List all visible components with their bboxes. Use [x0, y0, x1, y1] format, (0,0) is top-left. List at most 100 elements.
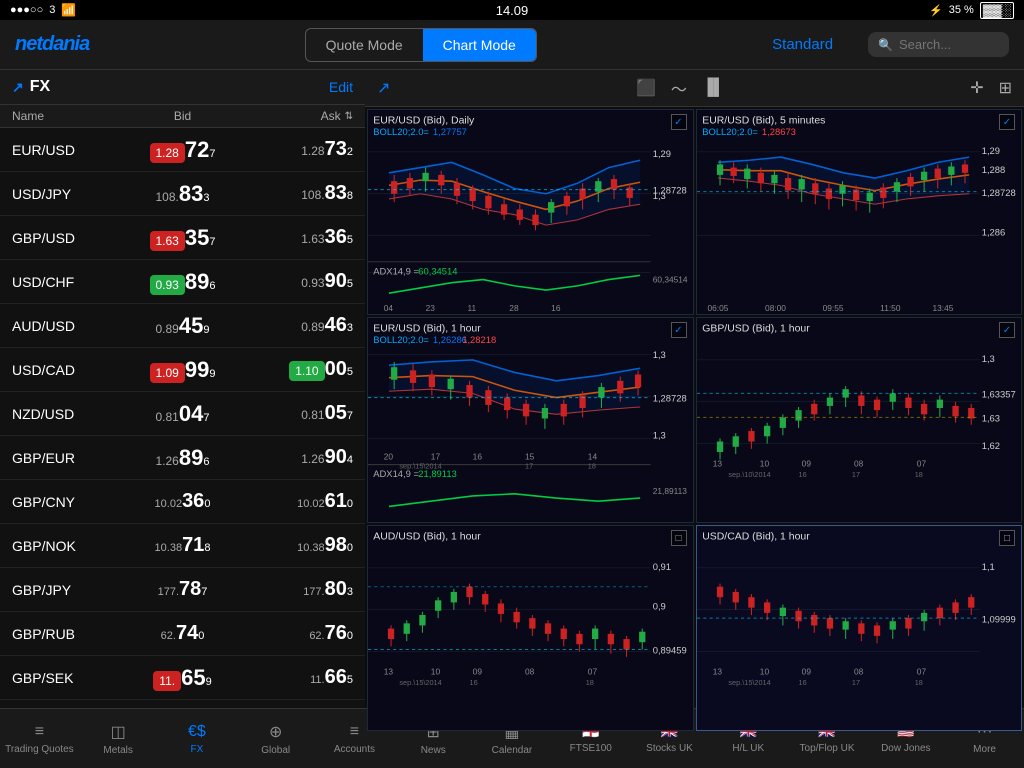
column-chart-icon[interactable]: ▐▌	[702, 79, 725, 97]
svg-text:1,29: 1,29	[653, 148, 671, 159]
fx-panel-header: ↗ FX Edit	[0, 70, 365, 105]
grid-icon[interactable]: ⊞	[999, 78, 1012, 98]
tab-label: Stocks UK	[646, 743, 693, 754]
table-row[interactable]: USD/JPY 108. 83 3 108. 83 8	[0, 172, 365, 216]
table-row[interactable]: GBP/NOK 10.38 71 8 10.38 98 0	[0, 524, 365, 568]
chart-eur-usd-1h[interactable]: ✓ EUR/USD (Bid), 1 hour BOLL20;2.0= 1,26…	[367, 317, 694, 523]
tab-trading-quotes[interactable]: ≡ Trading Quotes	[0, 709, 79, 768]
svg-text:17: 17	[431, 451, 441, 461]
battery-label: 35 %	[949, 4, 974, 16]
search-input[interactable]	[899, 37, 999, 52]
crosshair-icon[interactable]: ✛	[970, 78, 983, 98]
svg-text:0,9: 0,9	[653, 601, 666, 612]
svg-text:1,3: 1,3	[653, 190, 666, 201]
svg-text:1,288: 1,288	[981, 164, 1005, 175]
global-icon: ⊕	[269, 722, 282, 742]
bid-cell: 0.89 45 9	[126, 313, 240, 339]
quote-mode-button[interactable]: Quote Mode	[306, 29, 423, 61]
table-row[interactable]: GBP/EUR 1.26 89 6 1.26 90 4	[0, 436, 365, 480]
svg-text:06:05: 06:05	[707, 303, 728, 313]
fx-rows-container: EUR/USD 1.28 72 7 1.28 73 2 USD/JPY 108.…	[0, 128, 365, 708]
tab-fx[interactable]: €$ FX	[158, 709, 237, 768]
svg-text:17: 17	[525, 462, 533, 471]
chart-gbp-usd-1h[interactable]: ✓ GBP/USD (Bid), 1 hour	[696, 317, 1023, 523]
chart-select-checkbox[interactable]: ✓	[999, 114, 1015, 130]
tab-label: Dow Jones	[881, 743, 930, 754]
table-row[interactable]: AUD/USD 0.89 45 9 0.89 46 3	[0, 304, 365, 348]
bid-cell: 10.38 71 8	[126, 534, 240, 557]
svg-text:EUR/USD (Bid), Daily: EUR/USD (Bid), Daily	[373, 116, 475, 127]
search-box[interactable]: 🔍	[868, 32, 1009, 57]
chart-grid: ✓ EUR/USD (Bid), Daily BOLL20;2.0= 1,277…	[365, 107, 1024, 733]
ask-cell: 1.63 36 5	[239, 226, 353, 249]
chart-select-checkbox[interactable]: ✓	[671, 322, 687, 338]
bid-cell: 177. 78 7	[126, 578, 240, 601]
fx-title-label: FX	[30, 78, 50, 96]
svg-text:23: 23	[426, 303, 436, 313]
chart-eur-usd-daily[interactable]: ✓ EUR/USD (Bid), Daily BOLL20;2.0= 1,277…	[367, 109, 694, 315]
standard-label: Standard	[772, 36, 833, 53]
svg-text:16: 16	[473, 451, 483, 461]
chart-select-checkbox[interactable]: □	[999, 530, 1015, 546]
svg-text:16: 16	[798, 470, 806, 479]
svg-text:07: 07	[916, 459, 926, 469]
table-row[interactable]: USD/CHF 0.93 89 6 0.93 90 5	[0, 260, 365, 304]
chart-usd-cad-1h[interactable]: □ USD/CAD (Bid), 1 hour	[696, 525, 1023, 731]
svg-text:04: 04	[384, 303, 394, 313]
svg-text:0,91: 0,91	[653, 561, 671, 572]
table-row[interactable]: NZD/USD 0.81 04 7 0.81 05 7	[0, 392, 365, 436]
chart-select-checkbox[interactable]: ✓	[671, 114, 687, 130]
table-row[interactable]: EUR/USD 1.28 72 7 1.28 73 2	[0, 128, 365, 172]
status-time: 14.09	[496, 3, 529, 18]
chart-eur-usd-5min[interactable]: ✓ EUR/USD (Bid), 5 minutes BOLL20;2.0= 1…	[696, 109, 1023, 315]
bid-large: 72	[185, 137, 209, 163]
chart-aud-usd-1h[interactable]: □ AUD/USD (Bid), 1 hour	[367, 525, 694, 731]
bar-chart-icon[interactable]: ⬛	[636, 78, 656, 98]
chart-select-checkbox[interactable]: ✓	[999, 322, 1015, 338]
svg-text:EUR/USD (Bid), 5 minutes: EUR/USD (Bid), 5 minutes	[702, 116, 825, 127]
bid-cell: 11. 65 9	[126, 665, 240, 691]
line-chart-icon[interactable]: 〜	[671, 76, 687, 100]
carrier-label: 3	[49, 4, 55, 16]
fx-icon: €$	[188, 723, 206, 741]
tab-metals[interactable]: ◫ Metals	[79, 709, 158, 768]
ask-cell: 11. 66 5	[239, 666, 353, 689]
bid-cell: 1.26 89 6	[126, 445, 240, 471]
svg-text:08:00: 08:00	[765, 303, 786, 313]
status-left: ●●●○○ 3 📶	[10, 3, 76, 17]
svg-text:09: 09	[473, 667, 483, 677]
sort-icon: ⇅	[345, 111, 353, 122]
svg-text:AUD/USD (Bid), 1 hour: AUD/USD (Bid), 1 hour	[373, 532, 481, 543]
bid-cell: 1.63 35 7	[126, 225, 240, 251]
svg-text:08: 08	[525, 667, 535, 677]
svg-text:1,28218: 1,28218	[462, 334, 496, 345]
ask-cell: 1.28 73 2	[239, 138, 353, 161]
table-row[interactable]: GBP/RUB 62. 74 0 62. 76 0	[0, 612, 365, 656]
table-row[interactable]: USD/CAD 1.09 99 9 1.10 00 5	[0, 348, 365, 392]
svg-text:BOLL20;2.0=: BOLL20;2.0=	[373, 126, 429, 137]
svg-text:09:55: 09:55	[822, 303, 843, 313]
bid-cell: 1.09 99 9	[126, 357, 240, 383]
fx-panel: ↗ FX Edit Name Bid Ask ⇅ EUR/USD 1.28 72…	[0, 70, 365, 708]
pair-label: GBP/RUB	[12, 626, 126, 642]
table-row[interactable]: GBP/USD 1.63 35 7 1.63 36 5	[0, 216, 365, 260]
table-row[interactable]: GBP/SEK 11. 65 9 11. 66 5	[0, 656, 365, 700]
table-row[interactable]: GBP/JPY 177. 78 7 177. 80 3	[0, 568, 365, 612]
accounts-icon: ≡	[350, 723, 359, 741]
svg-text:10: 10	[431, 667, 441, 677]
svg-text:21,89113: 21,89113	[653, 486, 688, 496]
tab-label: FTSE100	[570, 743, 612, 754]
svg-text:13: 13	[712, 459, 722, 469]
svg-text:16: 16	[470, 678, 478, 687]
svg-text:07: 07	[588, 667, 598, 677]
chart-select-checkbox[interactable]: □	[671, 530, 687, 546]
tab-global[interactable]: ⊕ Global	[236, 709, 315, 768]
chart-svg: EUR/USD (Bid), 5 minutes BOLL20;2.0= 1,2…	[697, 110, 1022, 314]
svg-text:13: 13	[384, 667, 394, 677]
expand-icon[interactable]: ↗	[377, 78, 390, 98]
svg-text:sep.\15\2014: sep.\15\2014	[728, 678, 770, 687]
chart-mode-button[interactable]: Chart Mode	[423, 29, 536, 61]
table-row[interactable]: GBP/CNY 10.02 36 0 10.02 61 0	[0, 480, 365, 524]
edit-button[interactable]: Edit	[329, 79, 353, 95]
svg-text:1,28728: 1,28728	[653, 393, 687, 404]
